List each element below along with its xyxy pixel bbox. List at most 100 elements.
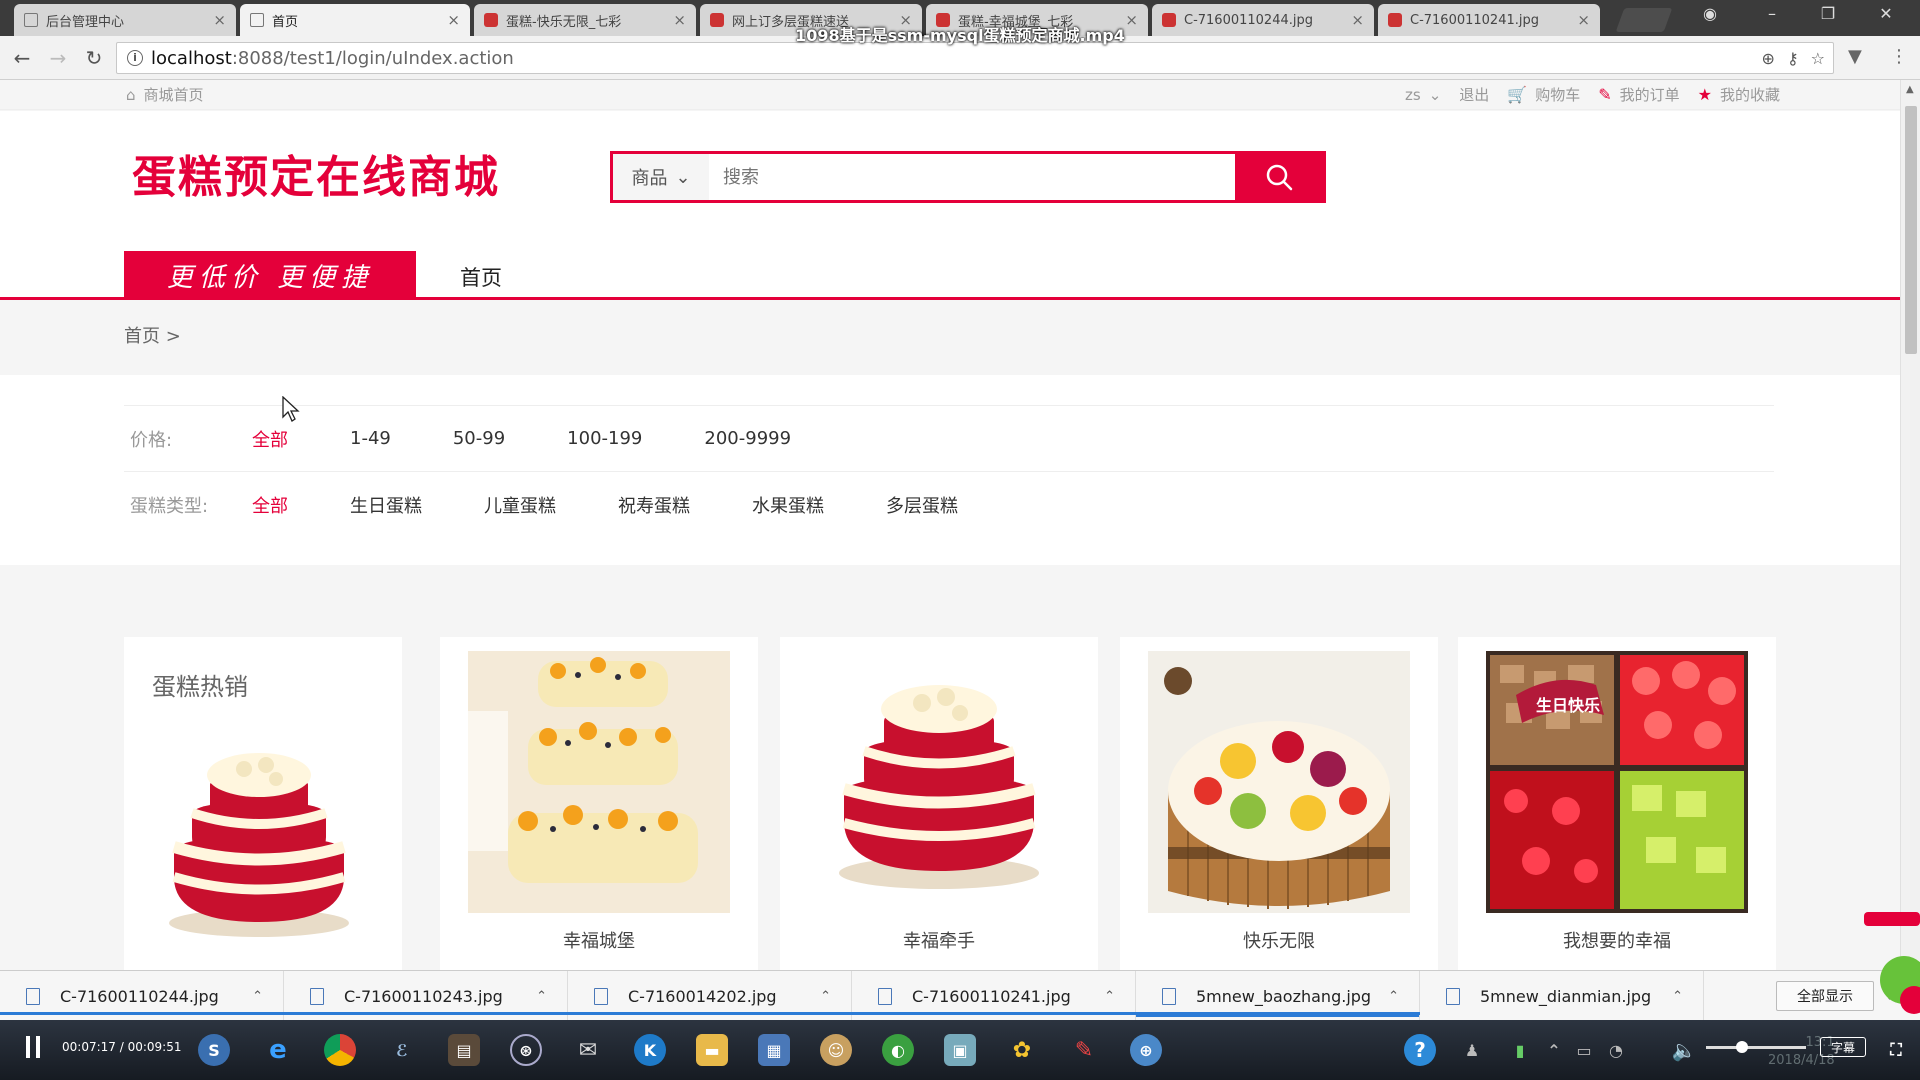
app-icon[interactable]: ☺ — [820, 1034, 852, 1066]
chevron-up-icon[interactable]: ⌃ — [1538, 1034, 1570, 1066]
browser-tab-admin[interactable]: 后台管理中心 × — [14, 4, 236, 36]
app-icon[interactable]: ⊕ — [1130, 1034, 1162, 1066]
cart-link[interactable]: 🛒 购物车 — [1507, 84, 1580, 105]
pause-button[interactable] — [26, 1036, 46, 1058]
browser-tab-cake-3[interactable]: 蛋糕-幸福城堡_七彩 × — [926, 4, 1148, 36]
app-icon[interactable]: ▤ — [448, 1034, 480, 1066]
ie-icon[interactable]: e — [262, 1034, 294, 1066]
type-option-all[interactable]: 全部 — [252, 492, 288, 518]
reload-button[interactable]: ↻ — [80, 44, 108, 72]
app-icon[interactable]: K — [634, 1034, 666, 1066]
chevron-up-icon[interactable]: ⌃ — [1388, 989, 1399, 1004]
mall-home-link[interactable]: ⌂ 商城首页 — [126, 84, 204, 105]
app-icon[interactable]: ◐ — [882, 1034, 914, 1066]
close-icon[interactable]: × — [893, 11, 912, 29]
new-tab-button[interactable] — [1615, 8, 1673, 32]
close-window-button[interactable]: ✕ — [1866, 4, 1906, 23]
type-option-longevity[interactable]: 祝寿蛋糕 — [618, 492, 690, 518]
product-name[interactable]: 快乐无限 — [1120, 927, 1438, 953]
orders-link[interactable]: ✎ 我的订单 — [1598, 84, 1679, 105]
price-option-1-49[interactable]: 1-49 — [350, 428, 391, 449]
fullscreen-icon[interactable]: ⛶ — [1880, 1034, 1912, 1066]
close-icon[interactable]: × — [1571, 11, 1590, 29]
price-option-all[interactable]: 全部 — [252, 426, 288, 452]
volume-slider-handle[interactable] — [1736, 1041, 1748, 1053]
browser-tab-cake-1[interactable]: 蛋糕-快乐无限_七彩 × — [474, 4, 696, 36]
close-icon[interactable]: × — [441, 11, 460, 29]
browser-tab-cake-2[interactable]: 网上订多层蛋糕速送 × — [700, 4, 922, 36]
restore-button[interactable]: ❐ — [1808, 4, 1848, 23]
type-option-tiered[interactable]: 多层蛋糕 — [886, 492, 958, 518]
bookmark-star-icon[interactable]: ☆ — [1811, 49, 1825, 68]
mail-icon[interactable]: ✉ — [572, 1034, 604, 1066]
chrome-icon[interactable] — [324, 1034, 356, 1066]
zoom-icon[interactable]: ⊕ — [1762, 49, 1775, 68]
product-name[interactable]: 我想要的幸福 — [1458, 927, 1776, 953]
star-icon: ★ — [1697, 85, 1712, 104]
app-icon[interactable]: ℰ — [386, 1034, 418, 1066]
close-icon[interactable]: × — [207, 11, 226, 29]
product-name[interactable]: 幸福城堡 — [440, 927, 758, 953]
product-image — [808, 651, 1070, 913]
minimize-button[interactable]: – — [1752, 4, 1792, 23]
back-button[interactable]: ← — [8, 44, 36, 72]
close-icon[interactable]: × — [1345, 11, 1364, 29]
chevron-up-icon[interactable]: ⌃ — [820, 989, 831, 1004]
product-card[interactable]: 幸福城堡 — [440, 637, 758, 970]
nav-home-link[interactable]: 首页 — [460, 262, 502, 292]
chevron-up-icon[interactable]: ⌃ — [1672, 989, 1683, 1004]
app-icon[interactable]: ✿ — [1006, 1034, 1038, 1066]
app-icon[interactable]: ⊛ — [510, 1034, 542, 1066]
info-icon[interactable]: i — [127, 50, 143, 66]
forward-button[interactable]: → — [44, 44, 72, 72]
product-name[interactable]: 幸福牵手 — [780, 927, 1098, 953]
search-button[interactable] — [1235, 154, 1323, 200]
user-menu[interactable]: zs ⌄ — [1405, 86, 1441, 104]
chevron-up-icon[interactable]: ⌃ — [536, 989, 547, 1004]
price-option-100-199[interactable]: 100-199 — [567, 428, 642, 449]
product-card[interactable]: 幸福牵手 — [780, 637, 1098, 970]
page-scrollbar[interactable]: ▲ — [1900, 80, 1920, 970]
type-option-fruit[interactable]: 水果蛋糕 — [752, 492, 824, 518]
favorites-link[interactable]: ★ 我的收藏 — [1698, 84, 1780, 105]
user-icon[interactable]: ♟ — [1456, 1034, 1488, 1066]
product-card[interactable]: 快乐无限 — [1120, 637, 1438, 970]
browser-tab-home[interactable]: 首页 × — [240, 4, 470, 36]
hot-sale-card[interactable]: 蛋糕热销 — [124, 637, 402, 970]
close-icon[interactable]: × — [667, 11, 686, 29]
site-logo[interactable]: 蛋糕预定在线商城 — [132, 141, 500, 205]
browser-tab-image-1[interactable]: C-71600110244.jpg × — [1152, 4, 1374, 36]
app-icon[interactable]: ▣ — [944, 1034, 976, 1066]
type-option-birthday[interactable]: 生日蛋糕 — [350, 492, 422, 518]
search-input[interactable] — [709, 154, 1235, 200]
breadcrumb[interactable]: 首页 > — [124, 322, 181, 348]
search-category-select[interactable]: 商品 ⌄ — [613, 154, 709, 200]
folder-icon[interactable]: ▬ — [696, 1034, 728, 1066]
app-icon[interactable]: S — [198, 1034, 230, 1066]
extension-icon[interactable]: ▼ — [1848, 46, 1862, 67]
download-item[interactable]: 5mnew_dianmian.jpg ⌃ — [1420, 971, 1704, 1021]
browser-tab-image-2[interactable]: C-71600110241.jpg × — [1378, 4, 1600, 36]
volume-slider[interactable] — [1706, 1046, 1806, 1049]
menu-icon[interactable]: ⋮ — [1890, 46, 1908, 67]
address-bar[interactable]: i localhost:8088/test1/login/uIndex.acti… — [116, 42, 1834, 74]
site-header: 蛋糕预定在线商城 商品 ⌄ 更低价 更便捷 首页 — [0, 111, 1900, 300]
key-icon[interactable]: ⚷ — [1787, 49, 1799, 68]
help-icon[interactable]: ? — [1404, 1034, 1436, 1066]
logout-link[interactable]: 退出 — [1459, 84, 1489, 105]
volume-icon[interactable]: 🔈 — [1668, 1034, 1700, 1066]
app-icon[interactable]: ✎ — [1068, 1034, 1100, 1066]
show-all-downloads-button[interactable]: 全部显示 — [1776, 981, 1874, 1011]
chevron-up-icon[interactable]: ⌃ — [1104, 989, 1115, 1004]
chevron-up-icon[interactable]: ⌃ — [252, 989, 263, 1004]
product-card[interactable]: 生日快乐 我想要的幸福 — [1458, 637, 1776, 970]
subtitle-button[interactable]: 字幕 — [1820, 1037, 1866, 1057]
close-icon[interactable]: × — [1119, 11, 1138, 29]
scrollbar-thumb[interactable] — [1905, 106, 1917, 354]
profile-icon[interactable]: ◉ — [1690, 4, 1730, 23]
scroll-up-icon[interactable]: ▲ — [1906, 84, 1914, 95]
price-option-50-99[interactable]: 50-99 — [453, 428, 505, 449]
type-option-kids[interactable]: 儿童蛋糕 — [484, 492, 556, 518]
app-icon[interactable]: ▦ — [758, 1034, 790, 1066]
price-option-200-9999[interactable]: 200-9999 — [704, 428, 791, 449]
